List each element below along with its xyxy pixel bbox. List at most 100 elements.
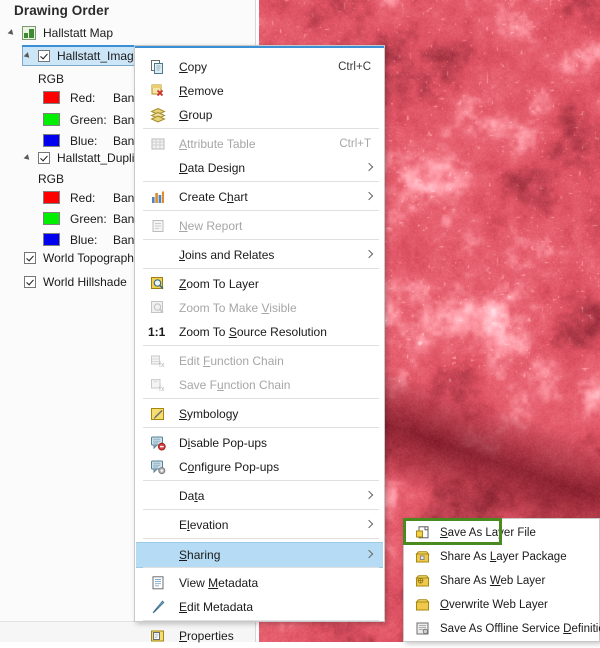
- menu-item-data[interactable]: Data: [136, 484, 383, 508]
- menu-item-data-design[interactable]: Data Design: [136, 156, 383, 180]
- menu-item-zoom-to-make-visible: Zoom To Make Visible: [136, 296, 383, 320]
- expander-icon[interactable]: [8, 23, 18, 43]
- layer-visibility-checkbox[interactable]: [24, 252, 36, 264]
- menu-item-zoom-to-layer[interactable]: Zoom To Layer: [136, 272, 383, 296]
- submenu-item-label: Save As Offline Service Definition: [440, 623, 600, 635]
- submenu-item-overwrite-web-layer[interactable]: Overwrite Web Layer: [405, 593, 598, 617]
- menu-item-view-metadata[interactable]: View Metadata: [136, 571, 383, 595]
- menu-separator: [143, 567, 379, 568]
- context-menu-accent: [135, 46, 384, 48]
- menu-item-sharing[interactable]: Sharing: [136, 542, 383, 568]
- submenu-item-label: Share As Web Layer: [440, 575, 546, 587]
- menu-item-label: Joins and Relates: [179, 248, 275, 262]
- expander-icon[interactable]: [24, 148, 34, 168]
- chevron-right-icon: [366, 164, 373, 173]
- menu-separator: [143, 620, 379, 621]
- menu-item-zoom-to-source-resolution[interactable]: 1:1 Zoom To Source Resolution: [136, 320, 383, 344]
- view-metadata-icon: [150, 575, 166, 591]
- color-swatch-red: [43, 91, 60, 104]
- menu-item-shortcut: Ctrl+C: [338, 61, 371, 73]
- submenu-item-label: Save As Layer File: [440, 527, 536, 539]
- svg-text:1:1: 1:1: [148, 325, 166, 339]
- edit-function-icon: fx: [150, 353, 166, 369]
- band-channel-label: Red:: [70, 191, 96, 205]
- layer-package-icon: [415, 549, 431, 565]
- menu-item-edit-metadata[interactable]: Edit Metadata: [136, 595, 383, 619]
- table-icon: [150, 136, 166, 152]
- submenu-item-save-as-offline-service-definition[interactable]: Save As Offline Service Definition: [405, 617, 600, 641]
- submenu-item-label: Overwrite Web Layer: [440, 599, 548, 611]
- submenu-item-share-as-layer-package[interactable]: Share As Layer Package: [405, 545, 598, 569]
- color-swatch-blue: [43, 134, 60, 147]
- group-layers-icon: [150, 107, 166, 123]
- menu-separator: [143, 128, 379, 129]
- menu-item-remove[interactable]: Remove: [136, 79, 383, 103]
- color-swatch-green: [43, 212, 60, 225]
- menu-item-label: Elevation: [179, 518, 229, 532]
- color-swatch-blue: [43, 233, 60, 246]
- menu-item-attribute-table: Attribute Table Ctrl+T: [136, 132, 383, 156]
- menu-item-label: Data Design: [179, 161, 246, 175]
- menu-item-label: Zoom To Source Resolution: [179, 325, 327, 339]
- menu-item-configure-popups[interactable]: Configure Pop-ups: [136, 455, 383, 479]
- report-icon: [150, 218, 166, 234]
- menu-item-new-report: New Report: [136, 214, 383, 238]
- menu-separator: [143, 210, 379, 211]
- menu-item-elevation[interactable]: Elevation: [136, 513, 383, 537]
- sharing-submenu: Save As Layer File Share As Layer Packag…: [403, 518, 600, 642]
- svg-text:fx: fx: [159, 386, 165, 393]
- menu-item-label: Edit Function Chain: [179, 354, 284, 368]
- menu-item-label: Data: [179, 489, 205, 503]
- menu-separator: [143, 480, 379, 481]
- menu-item-joins-and-relates[interactable]: Joins and Relates: [136, 243, 383, 267]
- menu-item-label: Create Chart: [179, 190, 248, 204]
- layer-visibility-checkbox[interactable]: [38, 152, 50, 164]
- map-icon: [22, 26, 36, 40]
- layer-context-menu: Copy Ctrl+C Remove Group Attribute Table…: [134, 45, 385, 643]
- save-function-icon: fx: [150, 377, 166, 393]
- submenu-item-label: Share As Layer Package: [440, 551, 567, 563]
- menu-item-label: Properties: [179, 629, 234, 643]
- menu-item-create-chart[interactable]: Create Chart: [136, 185, 383, 209]
- tree-item-label: World Topographic: [43, 251, 143, 265]
- menu-separator: [143, 398, 379, 399]
- zoom-layer-icon: [150, 276, 166, 292]
- offline-def-icon: [415, 621, 431, 637]
- band-channel-label: Green:: [70, 212, 107, 226]
- overwrite-icon: [415, 597, 431, 613]
- menu-item-label: Copy: [179, 60, 208, 74]
- menu-item-label: Attribute Table: [179, 137, 256, 151]
- menu-item-label: Save Function Chain: [179, 378, 291, 392]
- menu-item-label: Remove: [179, 84, 224, 98]
- menu-item-label: Zoom To Layer: [179, 277, 259, 291]
- disable-popup-icon: [150, 435, 166, 451]
- menu-item-group[interactable]: Group: [136, 103, 383, 127]
- menu-item-copy[interactable]: Copy Ctrl+C: [136, 55, 383, 79]
- menu-item-disable-popups[interactable]: Disable Pop-ups: [136, 431, 383, 455]
- expander-icon[interactable]: [24, 46, 34, 66]
- menu-item-label: Zoom To Make Visible: [179, 301, 297, 315]
- color-swatch-red: [43, 191, 60, 204]
- menu-item-label: Configure Pop-ups: [179, 460, 280, 474]
- configure-popup-icon: [150, 459, 166, 475]
- layer-visibility-checkbox[interactable]: [38, 50, 50, 62]
- menu-item-label: New Report: [179, 219, 243, 233]
- tree-item-label: Hallstatt Map: [43, 26, 114, 40]
- submenu-item-share-as-web-layer[interactable]: Share As Web Layer: [405, 569, 598, 593]
- rgb-label: RGB: [38, 172, 65, 186]
- menu-item-edit-function-chain: fx Edit Function Chain: [136, 349, 383, 373]
- menu-item-label: Disable Pop-ups: [179, 436, 268, 450]
- chevron-right-icon: [366, 551, 373, 560]
- menu-item-label: Symbology: [179, 407, 239, 421]
- chevron-right-icon: [366, 492, 373, 501]
- svg-text:fx: fx: [159, 362, 165, 369]
- layer-visibility-checkbox[interactable]: [24, 276, 36, 288]
- menu-separator: [143, 509, 379, 510]
- one-to-one-icon: 1:1: [148, 323, 168, 341]
- zoom-visible-icon: [150, 300, 166, 316]
- submenu-item-save-as-layer-file[interactable]: Save As Layer File: [405, 521, 598, 545]
- bar-chart-icon: [150, 189, 166, 205]
- menu-item-symbology[interactable]: Symbology: [136, 402, 383, 426]
- menu-item-label: View Metadata: [179, 576, 259, 590]
- menu-item-properties[interactable]: Properties: [136, 624, 383, 648]
